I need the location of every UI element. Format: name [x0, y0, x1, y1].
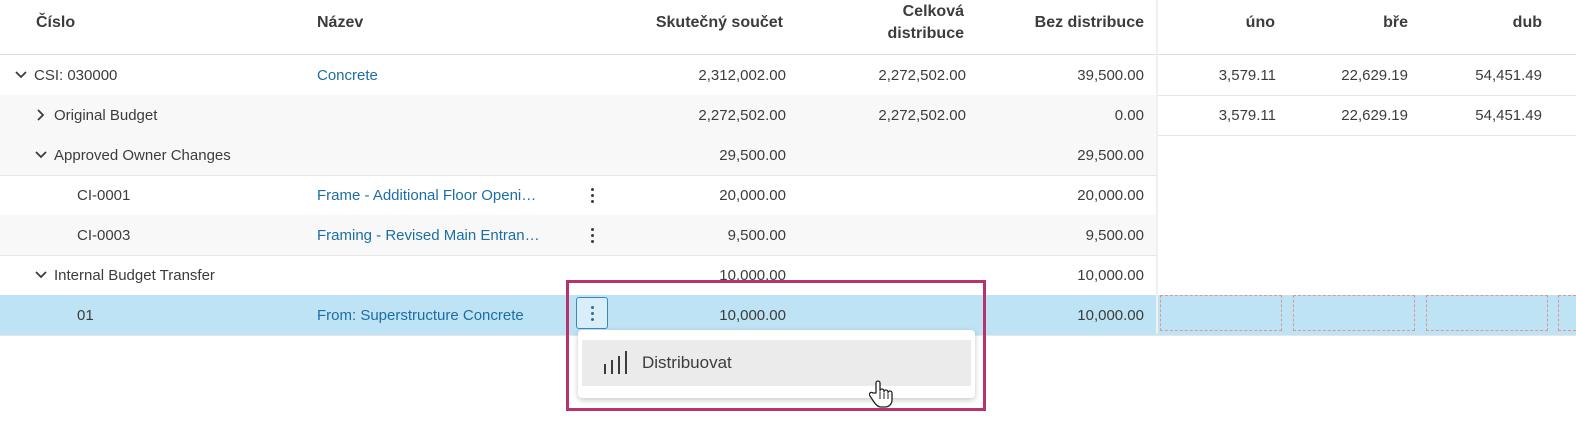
month-cell-bre-editable[interactable] [1293, 295, 1415, 331]
col-header-uno[interactable]: úno [1160, 0, 1275, 46]
month-cell-uno-editable[interactable] [1160, 295, 1282, 331]
row-skutecny: 2,312,002.00 [698, 66, 786, 84]
row-bez: 10,000.00 [1077, 306, 1144, 324]
row-cislo-text: CI-0003 [77, 226, 131, 244]
row-cislo-text: Original Budget [54, 106, 158, 124]
chevron-down-icon[interactable] [34, 148, 48, 162]
hand-cursor-icon [868, 380, 893, 412]
row-bez: 39,500.00 [1077, 66, 1144, 84]
row-bre: 22,629.19 [1341, 66, 1408, 84]
row-uno: 3,579.11 [1218, 66, 1276, 84]
row-cislo-text: Internal Budget Transfer [54, 266, 215, 284]
row-cislo-text: Approved Owner Changes [54, 146, 231, 164]
col-header-celkova-line2: distribuce [887, 25, 964, 42]
col-header-bez-distribuce[interactable]: Bez distribuce [964, 0, 1144, 46]
chevron-down-icon[interactable] [34, 268, 48, 282]
col-header-celkova-distribuce[interactable]: Celková distribuce [790, 0, 964, 46]
row-cislo-text: CI-0001 [77, 186, 131, 204]
row-skutecny: 20,000.00 [719, 186, 786, 204]
row-cislo-text: CSI: 030000 [34, 66, 118, 84]
row-cislo: CSI: 030000 [14, 55, 117, 95]
month-cell-next-editable[interactable] [1558, 295, 1576, 331]
row-celkova: 2,272,502.00 [878, 66, 966, 84]
row-skutecny: 29,500.00 [719, 146, 786, 164]
col-header-celkova-line1: Celková [902, 3, 964, 20]
row-bre: 22,629.19 [1341, 106, 1408, 124]
row-nazev-link[interactable]: From: Superstructure Concrete [317, 295, 524, 335]
row-cislo-text: 01 [77, 306, 94, 324]
row-cislo: Internal Budget Transfer [34, 255, 215, 295]
month-cell-dub-editable[interactable] [1426, 295, 1548, 331]
col-header-cislo[interactable]: Číslo [36, 0, 75, 46]
col-header-bre[interactable]: bře [1290, 0, 1408, 46]
row-dub: 54,451.49 [1475, 106, 1542, 124]
row-bez: 9,500.00 [1085, 226, 1144, 244]
row-nazev-link[interactable]: Frame - Additional Floor Openi… [317, 175, 536, 215]
row-skutecny: 2,272,502.00 [698, 106, 786, 124]
chevron-right-icon[interactable] [34, 108, 48, 122]
kebab-menu-icon[interactable] [585, 185, 599, 205]
row-dub: 54,451.49 [1475, 66, 1542, 84]
col-header-dub[interactable]: dub [1420, 0, 1542, 46]
frozen-column-divider [1156, 0, 1158, 334]
row-nazev-link[interactable]: Concrete [317, 55, 378, 95]
row-uno: 3,579.11 [1218, 106, 1276, 124]
row-bez: 0.00 [1114, 106, 1144, 124]
row-bez: 20,000.00 [1077, 186, 1144, 204]
row-bez: 10,000.00 [1077, 266, 1144, 284]
chevron-down-icon[interactable] [14, 68, 28, 82]
col-header-nazev[interactable]: Název [317, 0, 363, 46]
col-header-skutecny-soucet[interactable]: Skutečný součet [560, 0, 783, 46]
row-bez: 29,500.00 [1077, 146, 1144, 164]
kebab-menu-icon[interactable] [585, 225, 599, 245]
row-cislo: Approved Owner Changes [34, 135, 231, 175]
row-cislo: Original Budget [34, 95, 157, 135]
highlight-frame [566, 280, 986, 411]
row-skutecny: 9,500.00 [727, 226, 786, 244]
row-celkova: 2,272,502.00 [878, 106, 966, 124]
row-nazev-link[interactable]: Framing - Revised Main Entran… [317, 215, 540, 255]
